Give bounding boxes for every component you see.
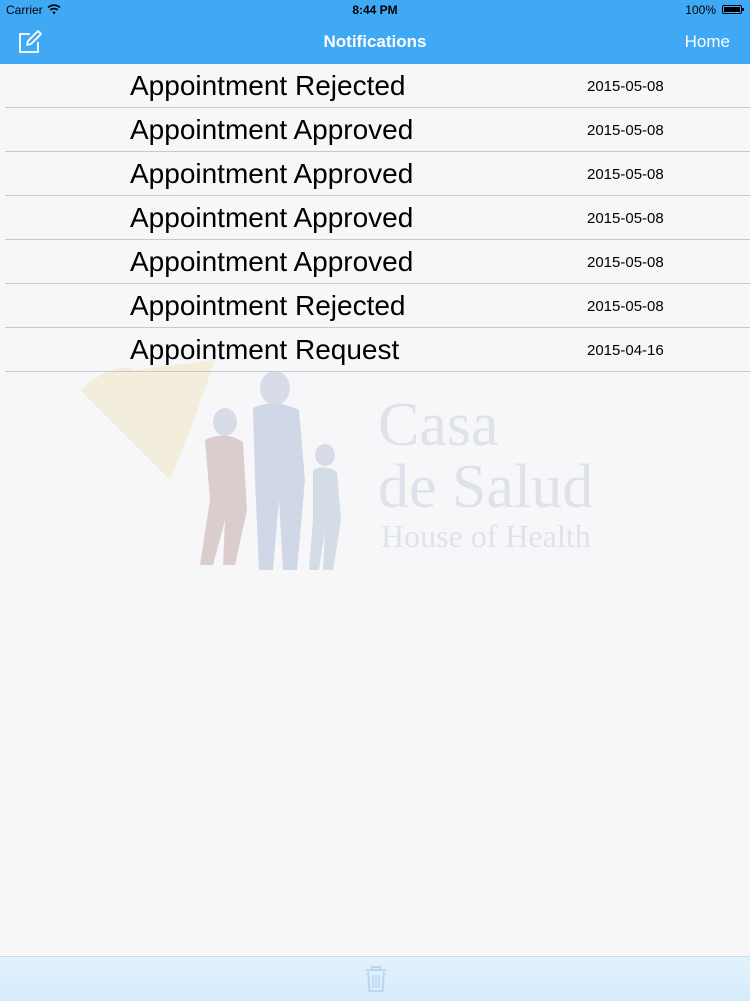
notification-title: Appointment Rejected	[130, 70, 406, 101]
status-bar: Carrier 8:44 PM 100%	[0, 0, 750, 20]
notification-date: 2015-05-08	[587, 78, 664, 95]
notification-date: 2015-05-08	[587, 166, 664, 183]
notification-title: Appointment Approved	[130, 202, 414, 233]
notification-title: Appointment Approved	[130, 158, 414, 189]
notification-date: 2015-05-08	[587, 122, 664, 139]
notification-title: Appointment Approved	[130, 246, 414, 277]
casa-de-salud-logo: Casa de Salud House of Health	[75, 360, 675, 590]
notification-row[interactable]: Appointment Request 2015-04-16	[5, 328, 750, 372]
notification-date: 2015-05-08	[587, 210, 664, 227]
notification-row[interactable]: Appointment Approved 2015-05-08	[5, 240, 750, 284]
battery-percent: 100%	[685, 3, 716, 17]
top-bar: Carrier 8:44 PM 100% Notifications Home	[0, 0, 750, 64]
nav-bar: Notifications Home	[0, 20, 750, 64]
notification-row[interactable]: Appointment Rejected 2015-05-08	[5, 64, 750, 108]
notification-row[interactable]: Appointment Approved 2015-05-08	[5, 152, 750, 196]
notifications-list: Appointment Rejected 2015-05-08 Appointm…	[0, 64, 750, 372]
logo-text-line1: Casa	[378, 391, 499, 459]
logo-text-line2: de Salud	[378, 453, 594, 521]
notification-date: 2015-05-08	[587, 298, 664, 315]
notification-date: 2015-05-08	[587, 254, 664, 271]
home-button[interactable]: Home	[685, 32, 730, 52]
notification-date: 2015-04-16	[587, 342, 664, 359]
notification-title: Appointment Request	[130, 334, 400, 365]
trash-icon[interactable]	[364, 965, 388, 993]
battery-icon	[722, 5, 744, 14]
bottom-toolbar	[0, 956, 750, 1001]
notification-row[interactable]: Appointment Approved 2015-05-08	[5, 196, 750, 240]
logo-text-line3: House of Health	[381, 518, 591, 554]
status-time: 8:44 PM	[352, 3, 398, 17]
notification-row[interactable]: Appointment Rejected 2015-05-08	[5, 284, 750, 328]
notification-row[interactable]: Appointment Approved 2015-05-08	[5, 108, 750, 152]
notification-title: Appointment Approved	[130, 114, 414, 145]
notification-title: Appointment Rejected	[130, 290, 406, 321]
page-title: Notifications	[323, 32, 427, 51]
